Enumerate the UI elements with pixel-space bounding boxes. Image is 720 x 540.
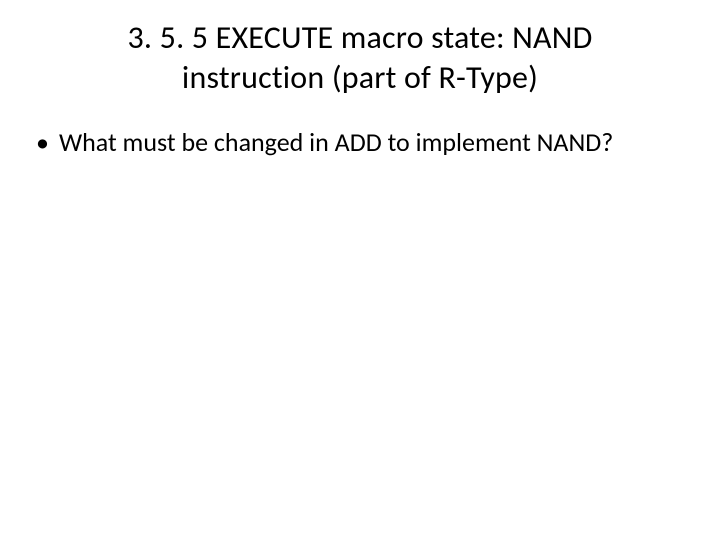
slide-title: 3. 5. 5 EXECUTE macro state: NAND instru…	[34, 18, 686, 98]
bullet-marker: •	[36, 126, 49, 159]
list-item: • What must be changed in ADD to impleme…	[36, 126, 686, 159]
slide-content: • What must be changed in ADD to impleme…	[34, 126, 686, 159]
slide-container: 3. 5. 5 EXECUTE macro state: NAND instru…	[0, 0, 720, 540]
bullet-text: What must be changed in ADD to implement…	[59, 126, 686, 159]
